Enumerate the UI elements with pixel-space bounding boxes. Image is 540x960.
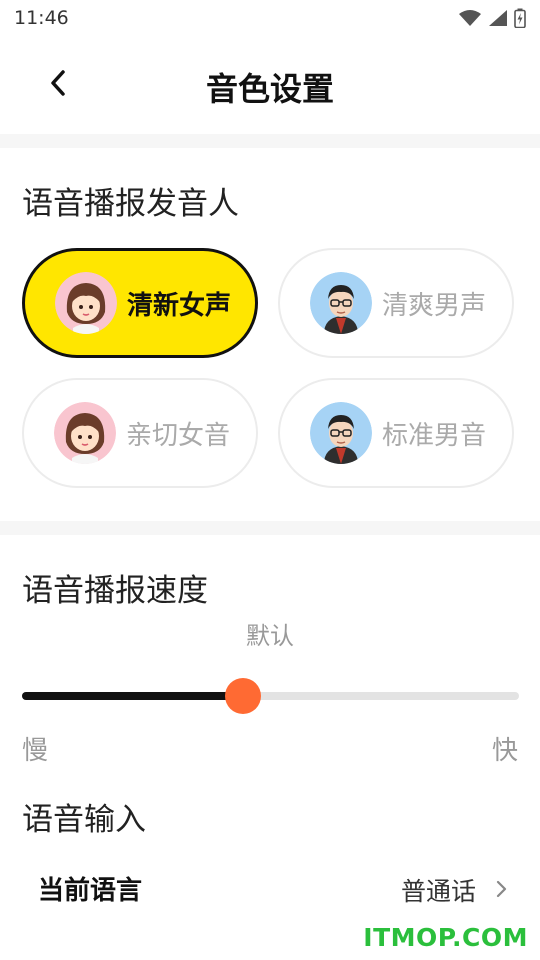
section-divider: [0, 521, 540, 535]
status-icons: [458, 8, 526, 28]
input-section-title: 语音输入: [22, 802, 146, 838]
voice-option-friendly-female[interactable]: 亲切女音: [22, 378, 258, 488]
voice-label: 清爽男声: [382, 290, 487, 321]
current-language-label: 当前语言: [38, 876, 143, 906]
speed-current-value: 默认: [246, 622, 294, 650]
voice-label: 清新女声: [127, 290, 232, 321]
speed-slider[interactable]: [22, 678, 519, 714]
battery-icon: [514, 8, 526, 28]
man-glasses-avatar-icon: [310, 272, 372, 334]
voice-option-fresh-female[interactable]: 清新女声: [22, 248, 258, 358]
fast-label: 快: [491, 736, 518, 766]
girl-avatar-icon: [55, 272, 117, 334]
current-language-value: 普通话: [400, 877, 476, 906]
status-time: 11:46: [14, 7, 69, 29]
voice-label: 标准男音: [382, 420, 487, 451]
signal-icon: [489, 10, 507, 26]
page-title: 音色设置: [205, 70, 334, 108]
wifi-icon: [459, 10, 481, 26]
man-glasses-avatar-icon: [310, 402, 372, 464]
current-language-row[interactable]: 当前语言 普通话: [0, 852, 540, 926]
header: 音色设置: [0, 36, 540, 134]
speed-slider-fill: [22, 692, 244, 700]
speed-section-title: 语音播报速度: [22, 573, 208, 609]
section-divider: [0, 134, 540, 148]
voice-section-title: 语音播报发音人: [22, 186, 239, 222]
watermark: ITMOP.COM: [363, 923, 528, 952]
slow-label: 慢: [22, 736, 49, 766]
speed-slider-thumb[interactable]: [225, 678, 262, 714]
voice-option-standard-male[interactable]: 标准男音: [278, 378, 514, 488]
voice-option-clear-male[interactable]: 清爽男声: [278, 248, 514, 358]
voice-label: 亲切女音: [126, 420, 231, 451]
girl-avatar-icon: [54, 402, 116, 464]
status-bar: 11:46: [0, 0, 540, 36]
chevron-right-icon: [496, 880, 507, 898]
